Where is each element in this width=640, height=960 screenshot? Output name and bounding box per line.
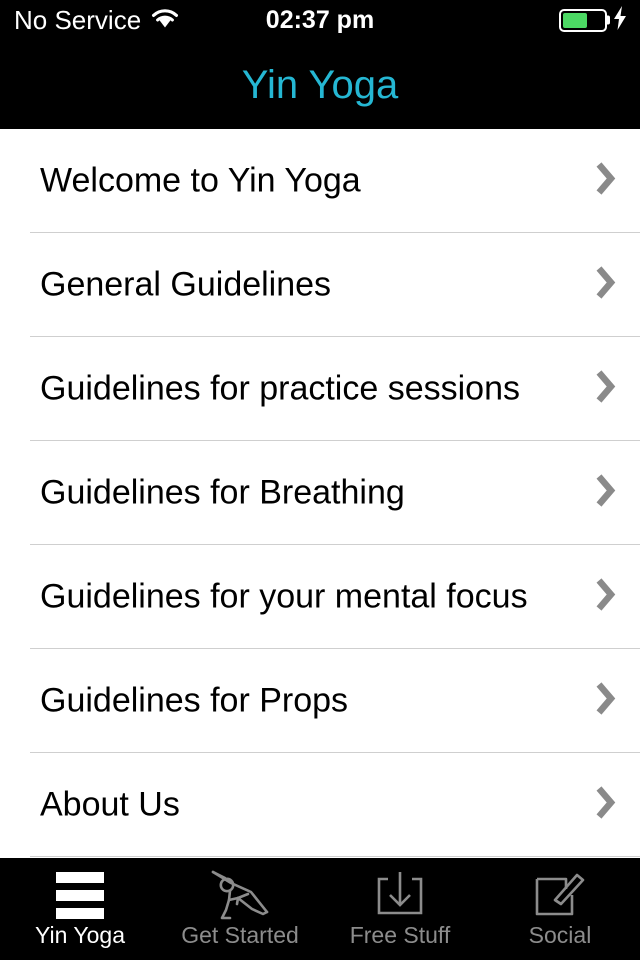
list-item-label: Guidelines for Breathing	[40, 473, 405, 512]
chevron-right-icon	[595, 369, 617, 410]
navigation-bar: Yin Yoga	[0, 40, 640, 129]
list-item-label: Guidelines for practice sessions	[40, 369, 521, 408]
list-item[interactable]: About Us	[0, 753, 640, 857]
tab-social[interactable]: Social	[480, 858, 640, 960]
yoga-pose-icon	[160, 869, 320, 921]
list-item[interactable]: Guidelines for Props	[0, 649, 640, 753]
list-item-label: General Guidelines	[40, 265, 332, 304]
clock-label: 02:37 pm	[265, 5, 375, 34]
tab-free-stuff[interactable]: Free Stuff	[320, 858, 480, 960]
list-item-label: Welcome to Yin Yoga	[40, 161, 361, 200]
tab-get-started[interactable]: Get Started	[160, 858, 320, 960]
menu-list[interactable]: Welcome to Yin Yoga General Guidelines Gui…	[0, 129, 640, 858]
chevron-right-icon	[595, 161, 617, 202]
list-item-label: Guidelines for your mental focus	[40, 577, 528, 616]
chevron-right-icon	[595, 785, 617, 826]
list-item[interactable]: Welcome to Yin Yoga	[0, 129, 640, 233]
app-screen: No Service 02:37 pm Yin Yoga Welcome to …	[0, 0, 640, 960]
chevron-right-icon	[595, 265, 617, 306]
list-item-label: About Us	[40, 785, 180, 824]
battery-icon	[559, 8, 610, 32]
list-item[interactable]: General Guidelines	[0, 233, 640, 337]
status-bar-right	[559, 0, 628, 40]
tab-yin-yoga[interactable]: Yin Yoga	[0, 858, 160, 960]
tab-label: Free Stuff	[349, 922, 451, 948]
chevron-right-icon	[595, 473, 617, 514]
page-title: Yin Yoga	[241, 62, 399, 107]
status-bar: No Service 02:37 pm	[0, 0, 640, 40]
list-item[interactable]: Guidelines for practice sessions	[0, 337, 640, 441]
tab-label: Yin Yoga	[35, 922, 125, 948]
tab-bar[interactable]: Yin Yoga Get Started Free Stuff Social	[0, 858, 640, 960]
hamburger-menu-icon	[0, 869, 160, 921]
list-item[interactable]: Guidelines for Breathing	[0, 441, 640, 545]
lightning-bolt-icon	[612, 5, 628, 35]
tab-label: Social	[528, 922, 592, 948]
list-item[interactable]: Guidelines for your mental focus	[0, 545, 640, 649]
compose-pencil-icon	[480, 869, 640, 921]
download-box-icon	[320, 869, 480, 921]
chevron-right-icon	[595, 577, 617, 618]
list-separator	[30, 856, 640, 857]
list-item-label: Guidelines for Props	[40, 681, 349, 720]
tab-label: Get Started	[181, 922, 299, 948]
chevron-right-icon	[595, 681, 617, 722]
